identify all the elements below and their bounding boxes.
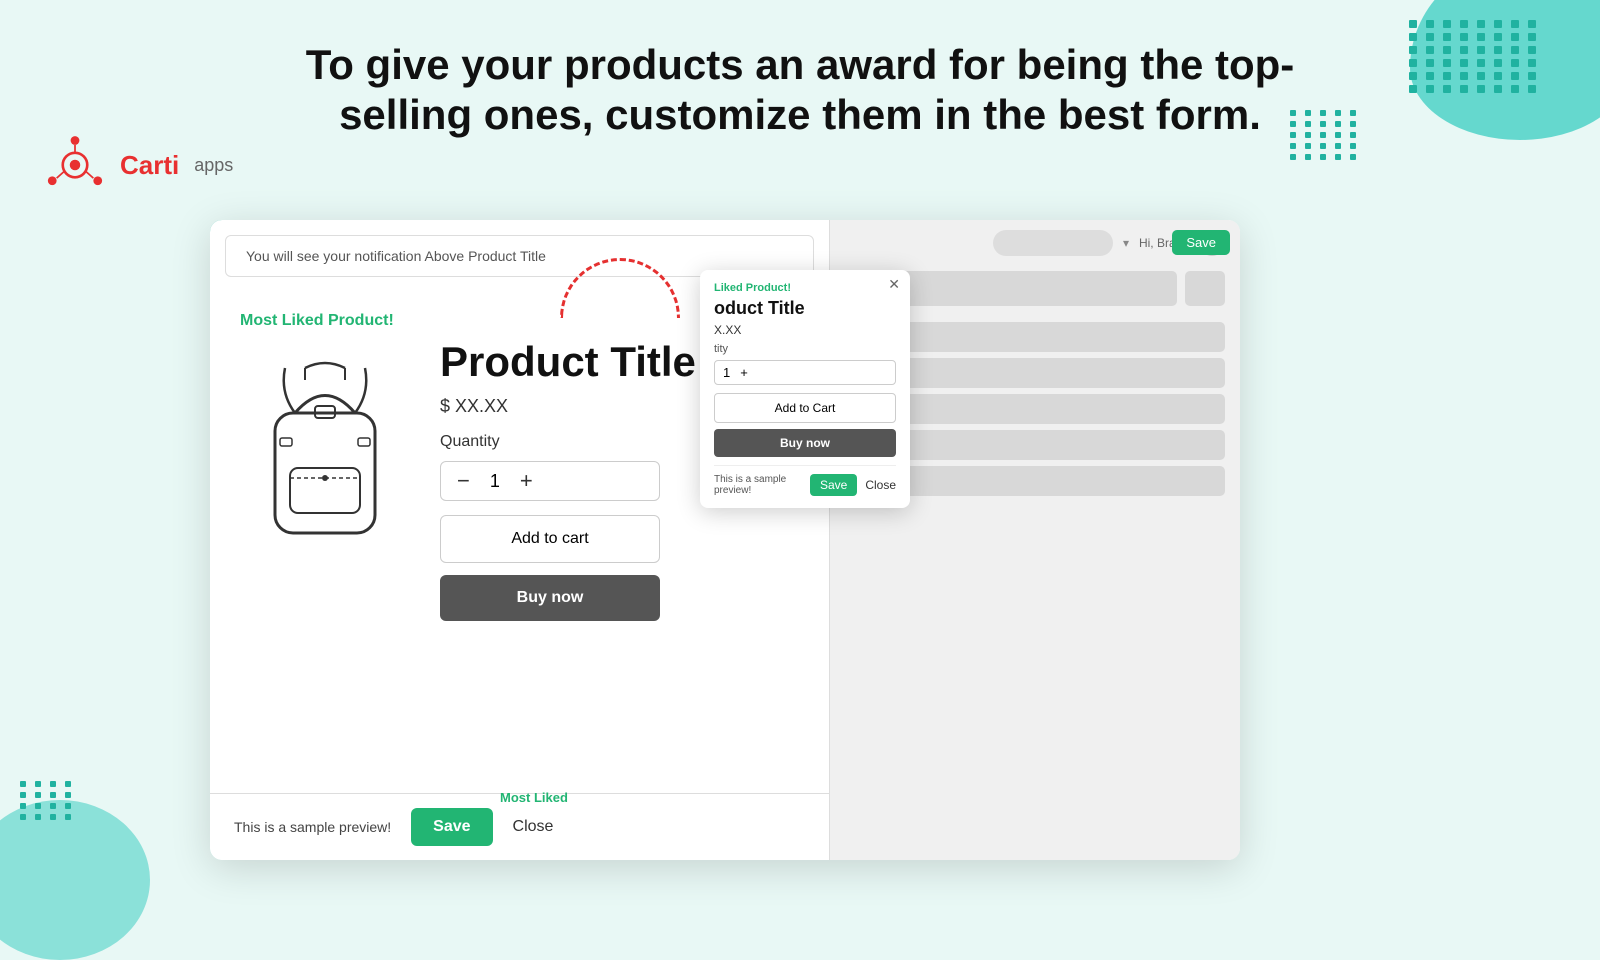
search-bar[interactable] [993,230,1113,256]
buy-now-button[interactable]: Buy now [440,575,660,621]
notification-text: You will see your notification Above Pro… [246,248,546,264]
floating-modal: ✕ Liked Product! oduct Title X.XX tity 1… [700,270,910,508]
carti-logo-icon [40,130,110,200]
product-image [240,338,410,558]
floating-preview-text: This is a sample preview! [714,474,802,496]
floating-qty-value: 1 [723,365,730,380]
quantity-increase-button[interactable]: + [520,470,533,492]
save-button[interactable]: Save [411,808,492,846]
floating-close-button[interactable]: Close [865,478,896,492]
logo-area: Carti apps [40,130,233,200]
settings-dropdown-1[interactable] [1185,271,1225,306]
preview-sample-text: This is a sample preview! [234,819,391,835]
dropdown-arrow: ▾ [1123,236,1129,250]
floating-qty-plus-icon[interactable]: + [740,365,748,380]
floating-product-price: X.XX [714,323,896,337]
floating-close-icon[interactable]: ✕ [888,276,900,293]
settings-save-button[interactable]: Save [1172,230,1230,255]
close-button[interactable]: Close [513,818,554,836]
settings-top-bar: ▾ Hi, Brand Save [845,230,1225,256]
most-liked-bottom-badge: Most Liked [500,790,568,805]
floating-buy-now-button[interactable]: Buy now [714,429,896,457]
blob-bottom-left [0,800,150,960]
floating-footer: This is a sample preview! Save Close [714,465,896,496]
apps-label: apps [194,155,233,176]
floating-quantity-control: 1 + [714,360,896,385]
quantity-value: 1 [490,471,500,492]
floating-save-button[interactable]: Save [810,474,857,496]
floating-liked-label: Liked Product! [714,282,896,294]
dots-bottom-left: (function(){ const c = document.currentS… [20,781,75,820]
quantity-decrease-button[interactable]: − [457,470,470,492]
floating-quantity-label: tity [714,343,896,355]
header: To give your products an award for being… [0,30,1600,151]
header-title: To give your products an award for being… [300,40,1300,141]
logo-text: Carti [120,150,179,181]
product-image-area [240,338,420,563]
app-window: You will see your notification Above Pro… [210,220,1240,860]
add-to-cart-button[interactable]: Add to cart [440,515,660,563]
floating-product-title: oduct Title [714,298,896,319]
floating-add-to-cart-button[interactable]: Add to Cart [714,393,896,423]
quantity-control: − 1 + [440,461,660,501]
